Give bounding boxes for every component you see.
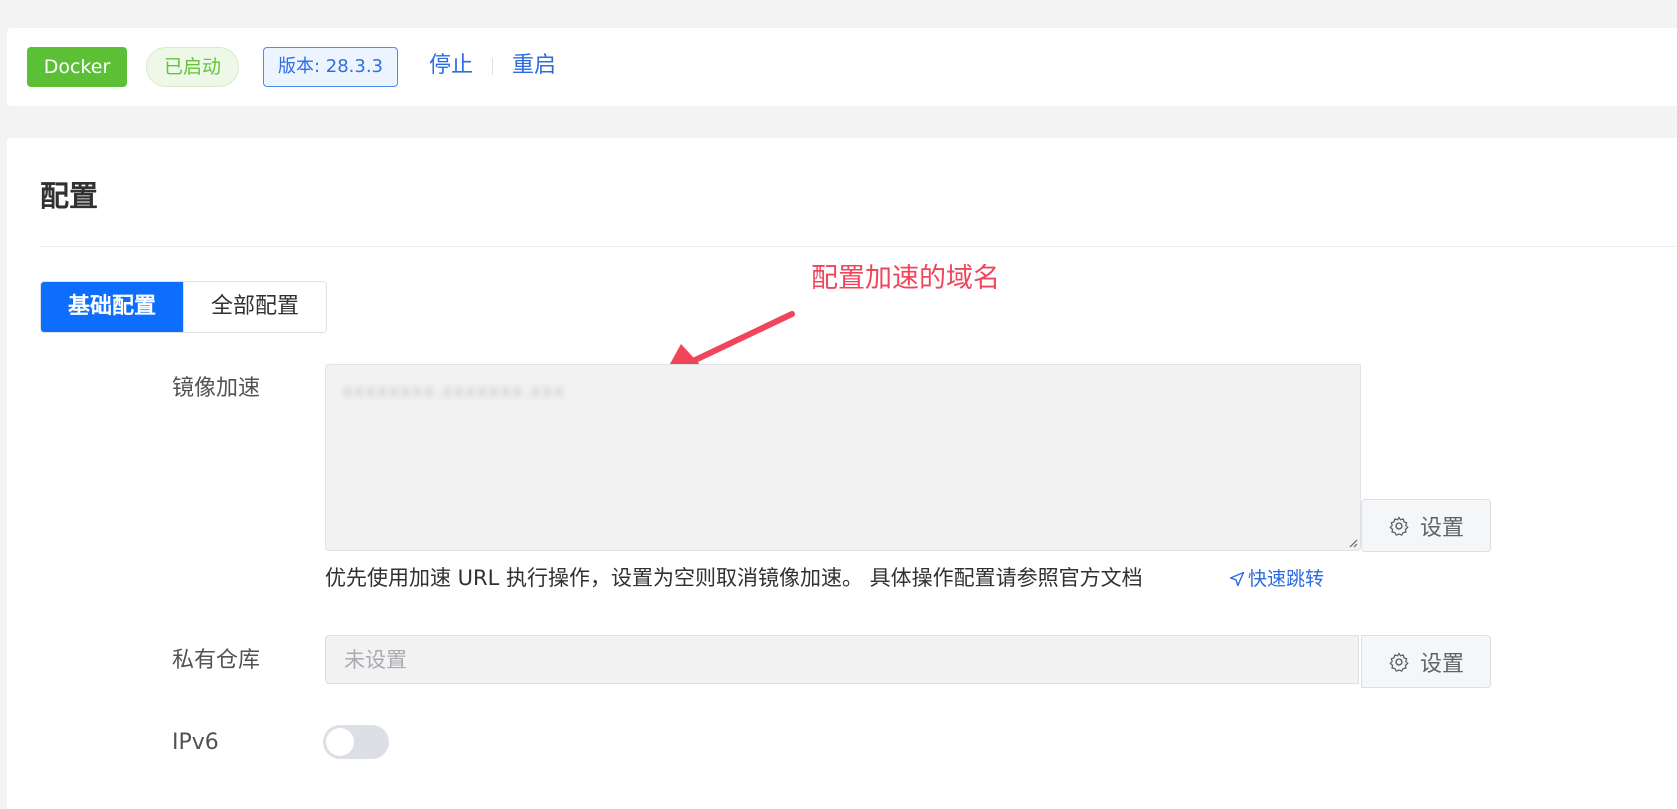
docker-status-bar: Docker 已启动 版本: 28.3.3 停止 重启 [7, 28, 1677, 106]
quick-jump-link[interactable]: 快速跳转 [1229, 566, 1324, 592]
ipv6-toggle[interactable] [323, 725, 389, 759]
quick-jump-label: 快速跳转 [1248, 568, 1325, 590]
title-divider [40, 246, 1677, 247]
annotation-text: 配置加速的域名 [811, 263, 1000, 294]
private-registry-settings-label: 设置 [1419, 651, 1464, 677]
docker-settings-page: Docker 已启动 版本: 28.3.3 停止 重启 配置 基础配置 全部配置… [0, 0, 1677, 809]
status-badge: 已启动 [146, 47, 239, 87]
tab-all-config[interactable]: 全部配置 [183, 282, 326, 332]
stop-button[interactable]: 停止 [429, 50, 473, 82]
navigation-icon [1229, 571, 1245, 587]
gear-icon [1389, 652, 1409, 672]
ipv6-label: IPv6 [172, 730, 219, 755]
version-badge: 版本: 28.3.3 [263, 47, 398, 87]
resize-handle-icon[interactable] [1348, 538, 1358, 548]
page-title: 配置 [40, 179, 99, 213]
mirror-label: 镜像加速 [172, 376, 261, 401]
private-registry-settings-button[interactable]: 设置 [1361, 635, 1491, 688]
mirror-settings-label: 设置 [1419, 515, 1464, 541]
restart-button[interactable]: 重启 [512, 50, 556, 82]
mirror-textarea[interactable]: xxxxxxxx.xxxxxxx.xxx [325, 364, 1361, 551]
config-panel: 配置 基础配置 全部配置 配置加速的域名 镜像加速 xxxxxxxx.xxxxx… [7, 138, 1677, 809]
link-divider [492, 58, 493, 75]
toggle-knob [326, 728, 354, 756]
gear-icon [1389, 516, 1409, 536]
tab-basic-config[interactable]: 基础配置 [41, 282, 183, 332]
mirror-hint: 优先使用加速 URL 执行操作，设置为空则取消镜像加速。 具体操作配置请参照官方… [325, 566, 1143, 590]
private-registry-input[interactable]: 未设置 [325, 635, 1359, 684]
mirror-settings-button[interactable]: 设置 [1361, 499, 1491, 552]
private-registry-label: 私有仓库 [172, 648, 261, 673]
mirror-value: xxxxxxxx.xxxxxxx.xxx [342, 381, 566, 402]
app-badge: Docker [27, 47, 127, 87]
config-mode-tabs: 基础配置 全部配置 [40, 281, 327, 333]
